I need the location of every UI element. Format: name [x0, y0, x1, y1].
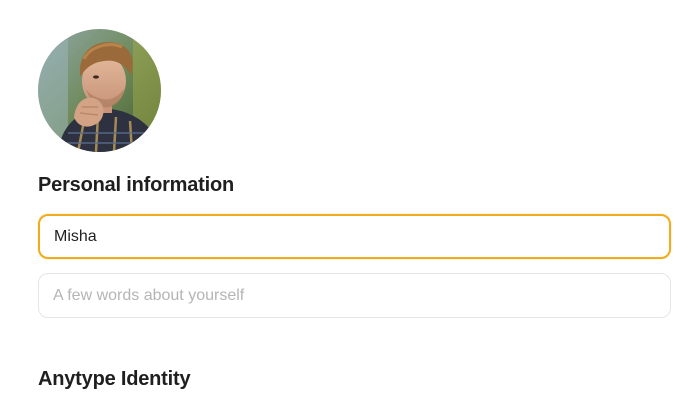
profile-settings-page: Personal information Anytype Identity	[0, 0, 690, 407]
personal-information-heading: Personal information	[38, 174, 235, 196]
profile-avatar[interactable]	[38, 29, 161, 152]
name-input[interactable]	[38, 214, 671, 259]
description-input[interactable]	[38, 273, 671, 318]
anytype-identity-heading: Anytype Identity	[38, 368, 191, 390]
avatar-photo-icon	[38, 29, 161, 152]
